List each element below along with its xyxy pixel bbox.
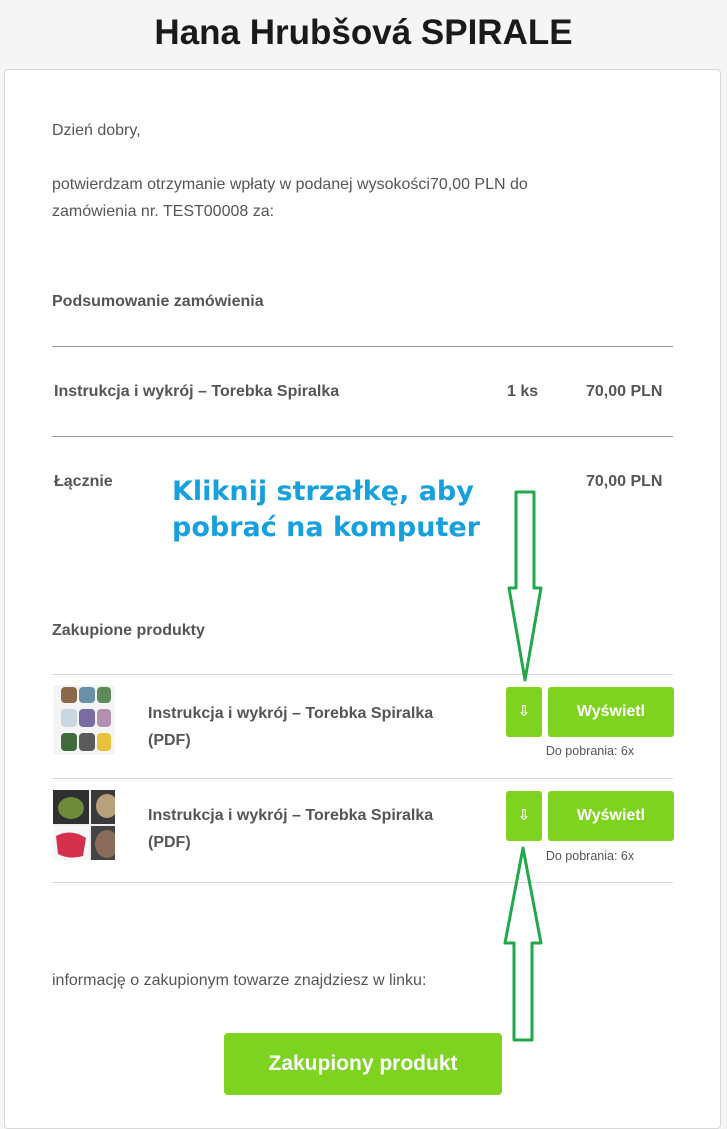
view-button[interactable]: Wyświetl <box>548 687 674 737</box>
divider <box>52 436 673 437</box>
summary-item-qty: 1 ks <box>507 383 539 400</box>
downloads-remaining: Do pobrania: 6x <box>545 744 635 758</box>
total-value: 70,00 PLN <box>586 473 663 490</box>
divider <box>52 778 673 779</box>
product-thumbnail <box>53 790 115 860</box>
annotation-text: Kliknij strzałkę, aby pobrać na komputer <box>172 474 512 546</box>
product-photo-collage-icon <box>53 790 115 860</box>
download-button[interactable]: ⇩ <box>506 791 542 841</box>
divider <box>52 346 673 347</box>
product-name-suffix: (PDF) <box>148 834 191 851</box>
page-title: Hana Hrubšová SPIRALE <box>154 13 573 52</box>
total-label: Łącznie <box>54 473 113 490</box>
greeting-text: Dzień dobry, <box>52 122 141 139</box>
divider <box>52 674 673 675</box>
intro-line-2: zamówienia nr. TEST00008 za: <box>52 203 275 220</box>
download-button[interactable]: ⇩ <box>506 687 542 737</box>
summary-heading: Podsumowanie zamówienia <box>52 293 264 310</box>
product-name: Instrukcja i wykrój – Torebka Spiralka <box>148 705 434 722</box>
intro-line-1: potwierdzam otrzymanie wpłaty w podanej … <box>52 176 528 193</box>
product-name: Instrukcja i wykrój – Torebka Spiralka <box>148 807 434 824</box>
download-arrow-icon: ⇩ <box>517 807 531 824</box>
annotation-line-2: pobrać na komputer <box>172 512 480 543</box>
purchased-product-button[interactable]: Zakupiony produkt <box>224 1033 502 1095</box>
summary-item-name: Instrukcja i wykrój – Torebka Spiralka <box>54 383 340 400</box>
download-arrow-icon: ⇩ <box>517 703 531 720</box>
purchased-heading: Zakupione produkty <box>52 622 205 639</box>
downloads-remaining: Do pobrania: 6x <box>545 849 635 863</box>
product-photo-grid-icon <box>53 685 115 755</box>
product-thumbnail <box>53 685 115 755</box>
annotation-line-1: Kliknij strzałkę, aby <box>172 476 474 507</box>
view-button[interactable]: Wyświetl <box>548 791 674 841</box>
summary-item-price: 70,00 PLN <box>586 383 663 400</box>
divider <box>52 882 673 883</box>
footer-info-text: informację o zakupionym towarze znajdzie… <box>52 972 427 989</box>
product-name-suffix: (PDF) <box>148 732 191 749</box>
